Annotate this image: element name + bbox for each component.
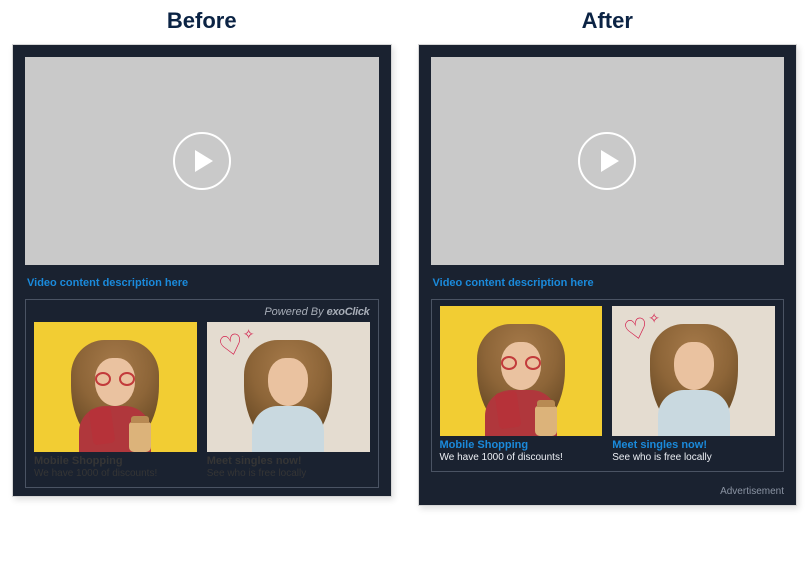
ad-title: Meet singles now!	[612, 439, 775, 451]
panel-after: Video content description here	[418, 44, 798, 506]
ad-card[interactable]: ♡ ✧ Meet singles now! See who is free lo…	[612, 306, 775, 463]
column-title-before: Before	[12, 8, 392, 34]
ad-subtitle: We have 1000 of discounts!	[34, 468, 197, 479]
play-icon	[578, 132, 636, 190]
ad-card[interactable]: Mobile Shopping We have 1000 of discount…	[440, 306, 603, 463]
ad-card[interactable]: Mobile Shopping We have 1000 of discount…	[34, 322, 197, 479]
video-placeholder[interactable]	[25, 57, 379, 265]
play-icon	[173, 132, 231, 190]
ad-image	[440, 306, 603, 436]
ad-subtitle: We have 1000 of discounts!	[440, 452, 603, 463]
ad-card[interactable]: ♡ ✧ Meet singles now! See who is free lo…	[207, 322, 370, 479]
ad-image	[34, 322, 197, 452]
ad-image: ♡ ✧	[207, 322, 370, 452]
video-description-link[interactable]: Video content description here	[431, 275, 785, 289]
ad-container: Mobile Shopping We have 1000 of discount…	[431, 299, 785, 472]
ad-title: Mobile Shopping	[440, 439, 603, 451]
column-title-after: After	[418, 8, 798, 34]
ad-subtitle: See who is free locally	[207, 468, 370, 479]
exoclick-logo: exoClick	[327, 306, 370, 318]
ad-image: ♡ ✧	[612, 306, 775, 436]
ad-title: Mobile Shopping	[34, 455, 197, 467]
ad-title: Meet singles now!	[207, 455, 370, 467]
advertisement-label: Advertisement	[431, 486, 785, 497]
powered-by-label: Powered By exoClick	[264, 306, 369, 318]
ad-subtitle: See who is free locally	[612, 452, 775, 463]
video-placeholder[interactable]	[431, 57, 785, 265]
panel-before: Video content description here Powered B…	[12, 44, 392, 497]
video-description-link[interactable]: Video content description here	[25, 275, 379, 289]
ad-container: Powered By exoClick	[25, 299, 379, 488]
